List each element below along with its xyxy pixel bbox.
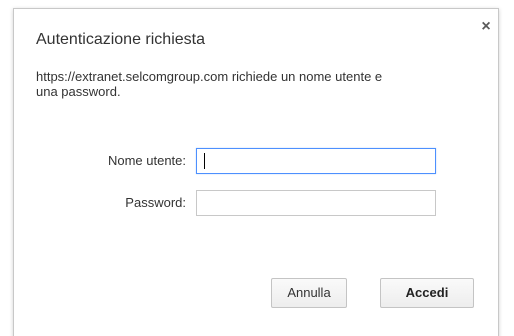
password-label: Password: bbox=[125, 195, 186, 210]
dialog-message: https://extranet.selcomgroup.com richied… bbox=[36, 69, 383, 99]
close-icon[interactable]: × bbox=[478, 19, 494, 35]
text-caret bbox=[204, 153, 205, 169]
username-label: Nome utente: bbox=[107, 153, 186, 168]
page: × Autenticazione richiesta https://extra… bbox=[0, 0, 514, 336]
auth-dialog: × Autenticazione richiesta https://extra… bbox=[13, 8, 499, 336]
cancel-button[interactable]: Annulla bbox=[271, 278, 347, 308]
password-field[interactable] bbox=[196, 190, 436, 216]
login-button[interactable]: Accedi bbox=[380, 278, 474, 308]
dialog-title: Autenticazione richiesta bbox=[36, 31, 205, 48]
username-field[interactable] bbox=[196, 148, 436, 174]
